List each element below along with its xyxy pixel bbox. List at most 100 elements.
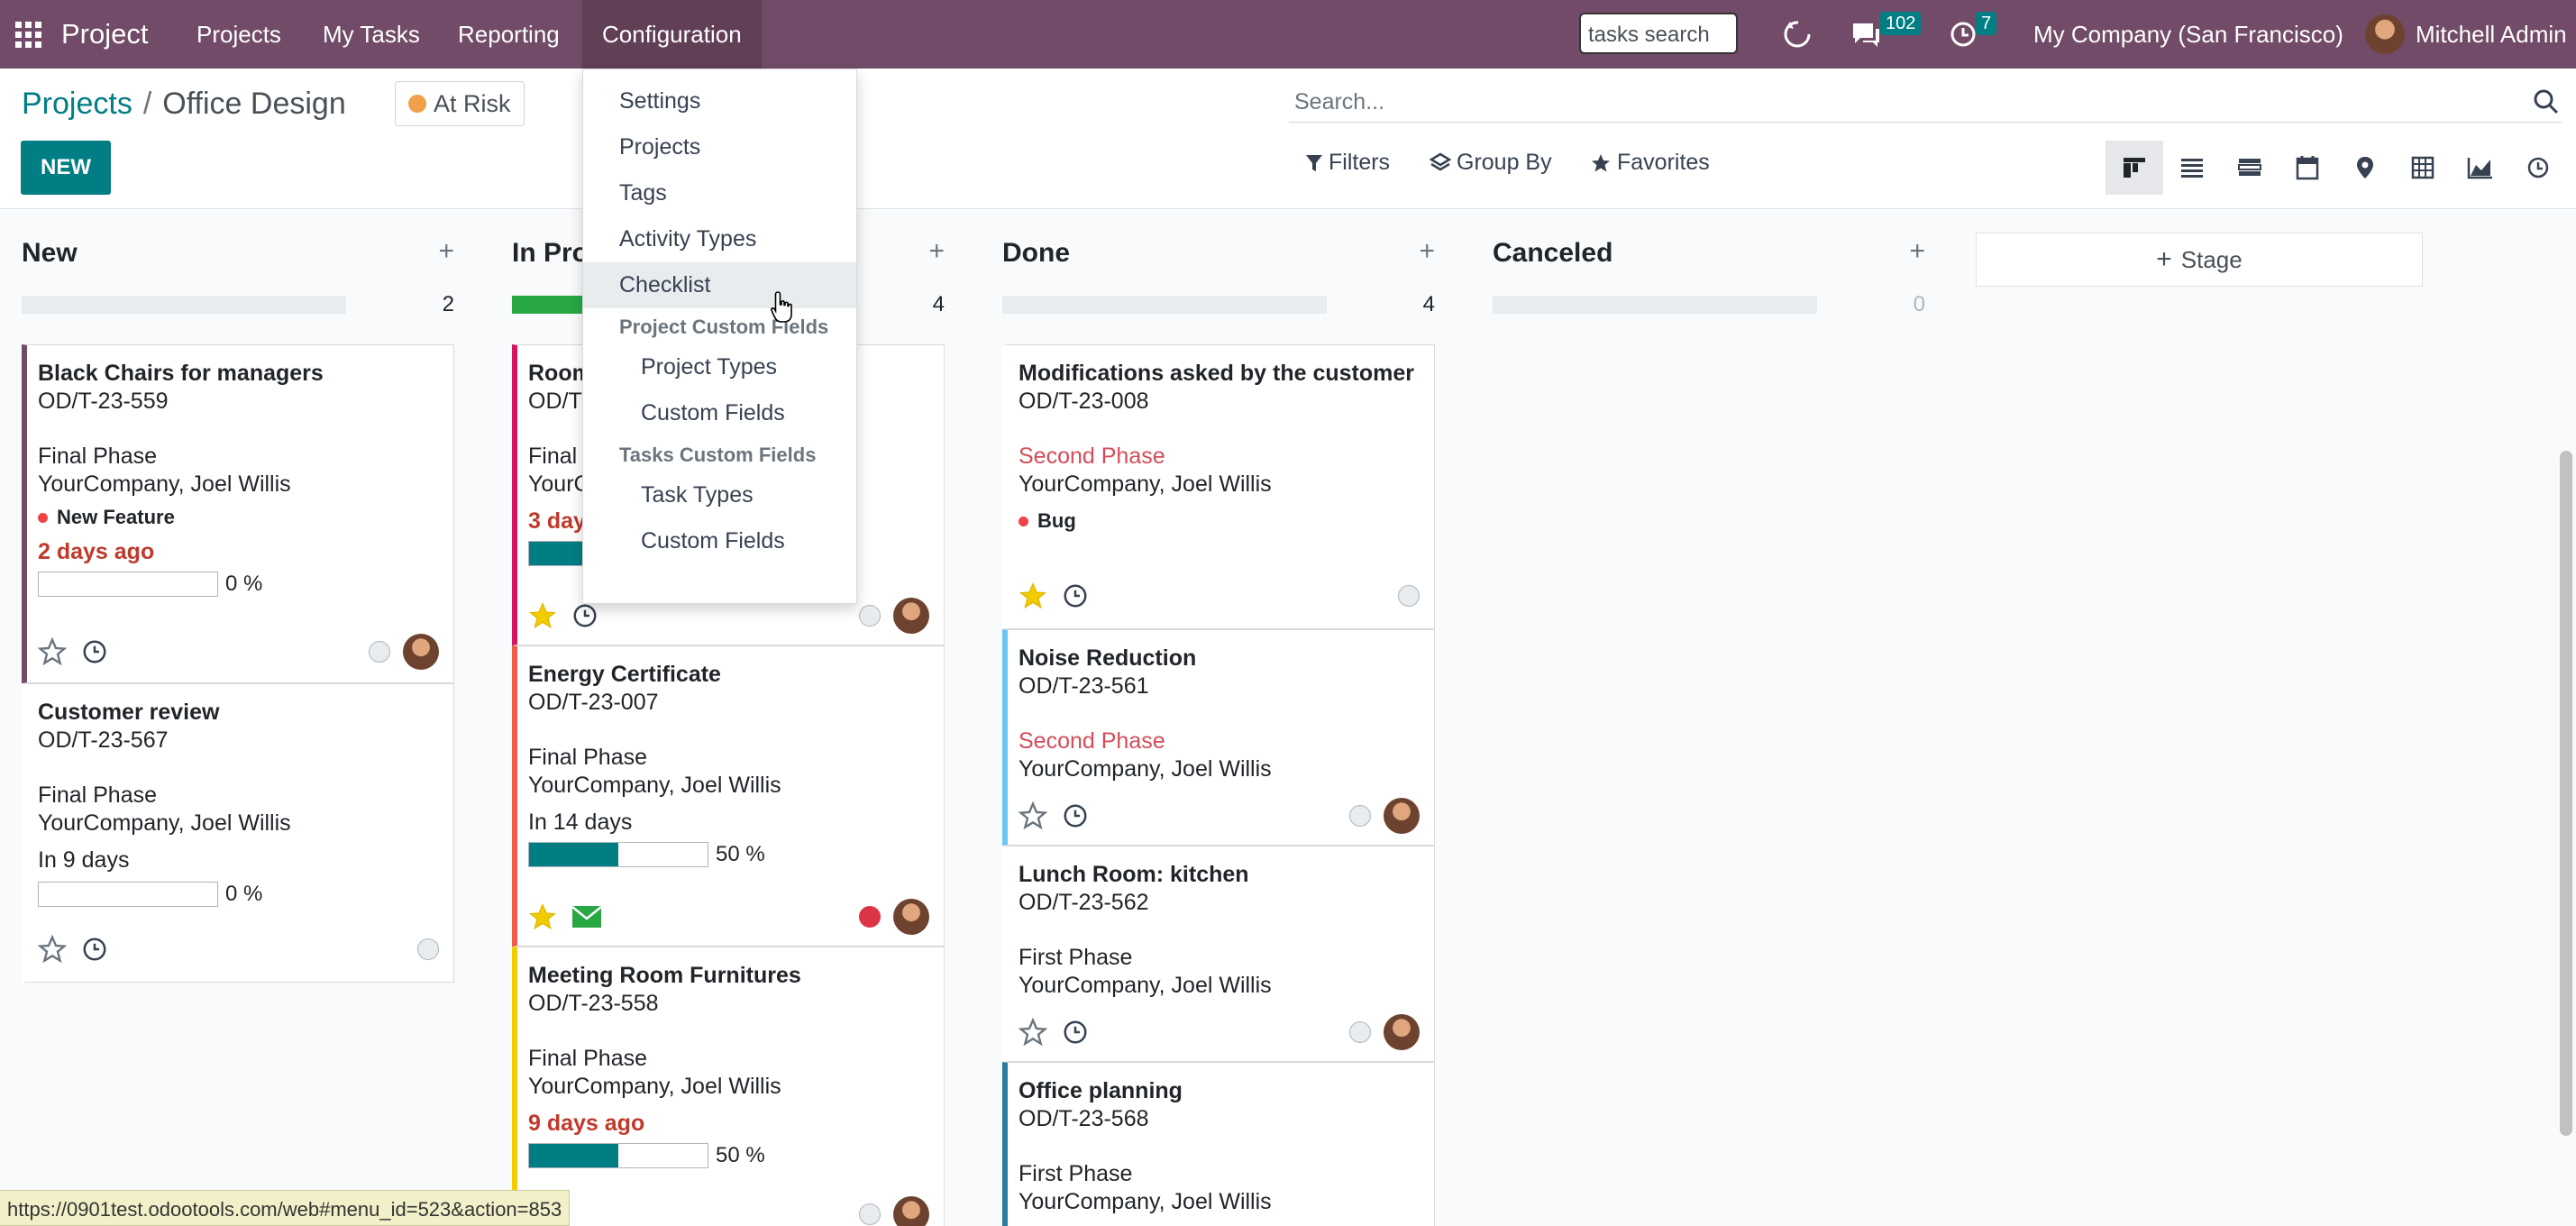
column-title[interactable]: Done	[1002, 238, 1070, 269]
activity-clock-icon[interactable]	[1062, 802, 1089, 829]
assignee-avatar[interactable]	[403, 634, 439, 670]
kanban-state-dot[interactable]	[859, 906, 881, 928]
menu-item-projects[interactable]: Projects	[583, 124, 856, 170]
column-title[interactable]: In Pro	[512, 238, 589, 269]
kanban-card[interactable]: Black Chairs for managers OD/T-23-559 Fi…	[22, 344, 454, 683]
priority-star-icon[interactable]	[1019, 581, 1047, 610]
kanban-card[interactable]: Energy Certificate OD/T-23-007 Final Pha…	[512, 645, 945, 947]
apps-menu-icon[interactable]	[13, 0, 43, 69]
map-view-icon[interactable]	[2336, 141, 2394, 195]
hand-cursor-icon	[770, 290, 795, 331]
kanban-state-dot[interactable]	[1349, 805, 1371, 827]
column-count: 4	[932, 292, 945, 316]
menu-projects[interactable]: Projects	[196, 0, 281, 69]
menu-item-tags[interactable]: Tags	[583, 170, 856, 216]
card-title: Energy Certificate	[528, 662, 721, 687]
breadcrumb-separator: /	[142, 87, 152, 121]
search-icon[interactable]	[2533, 88, 2560, 122]
vertical-scrollbar[interactable]	[2560, 451, 2572, 1136]
menu-item-task-types[interactable]: Task Types	[583, 472, 856, 518]
activity-clock-icon[interactable]	[571, 602, 598, 629]
kanban-state-dot[interactable]	[859, 605, 881, 627]
breadcrumb-projects-link[interactable]: Projects	[22, 87, 132, 121]
user-menu[interactable]: Mitchell Admin	[2416, 0, 2567, 69]
card-tag: Bug	[1019, 509, 1420, 533]
kanban-card[interactable]: Noise Reduction OD/T-23-561 Second Phase…	[1002, 629, 1435, 846]
add-stage-button[interactable]: + Stage	[1976, 233, 2423, 287]
calendar-view-icon[interactable]	[2279, 141, 2336, 195]
kanban-state-dot[interactable]	[417, 938, 439, 960]
column-progress-bar[interactable]	[1002, 296, 1327, 314]
kanban-card[interactable]: Office planning OD/T-23-568 First Phase …	[1002, 1062, 1435, 1226]
group-by-button[interactable]: Group By	[1430, 150, 1552, 176]
menu-my-tasks[interactable]: My Tasks	[323, 0, 420, 69]
activity-clock-icon[interactable]	[1062, 1019, 1089, 1046]
assignee-avatar[interactable]	[1384, 1014, 1420, 1050]
priority-star-icon[interactable]	[38, 935, 67, 964]
menu-item-project-custom-fields[interactable]: Custom Fields	[583, 390, 856, 436]
kanban-view-icon[interactable]	[2106, 141, 2163, 195]
assignee-avatar[interactable]	[1384, 798, 1420, 834]
card-phase: Final Phase	[38, 782, 158, 808]
assignee-avatar[interactable]	[893, 1196, 929, 1226]
new-button[interactable]: NEW	[21, 141, 111, 195]
company-switcher[interactable]: My Company (San Francisco)	[2033, 0, 2343, 69]
refresh-icon[interactable]	[1781, 0, 1813, 69]
priority-star-icon[interactable]	[528, 902, 557, 931]
menu-configuration[interactable]: Configuration	[582, 0, 762, 69]
quick-add-icon[interactable]: +	[1419, 236, 1435, 267]
kanban-state-dot[interactable]	[369, 641, 390, 663]
messages-icon[interactable]	[1850, 0, 1882, 69]
menu-item-activity-types[interactable]: Activity Types	[583, 216, 856, 262]
quick-add-icon[interactable]: +	[928, 236, 945, 267]
menu-item-settings[interactable]: Settings	[583, 78, 856, 124]
kanban-state-dot[interactable]	[1349, 1021, 1371, 1043]
kanban-card[interactable]: Modifications asked by the customer OD/T…	[1002, 344, 1435, 629]
search-input[interactable]: Search...	[1294, 89, 1384, 115]
star-icon	[1592, 153, 1610, 171]
column-title[interactable]: Canceled	[1493, 238, 1612, 269]
kanban-card[interactable]: Customer review OD/T-23-567 Final Phase …	[22, 683, 454, 983]
activity-clock-icon[interactable]	[81, 638, 108, 665]
quick-add-icon[interactable]: +	[1909, 236, 1925, 267]
card-phase: Final Phase	[528, 745, 648, 770]
priority-star-icon[interactable]	[38, 637, 67, 666]
activity-view-icon[interactable]	[2509, 141, 2567, 195]
kanban-state-dot[interactable]	[1398, 585, 1420, 607]
menu-item-project-types[interactable]: Project Types	[583, 344, 856, 390]
kanban-card[interactable]: Meeting Room Furnitures OD/T-23-558 Fina…	[512, 947, 945, 1226]
kanban-state-dot[interactable]	[859, 1203, 881, 1225]
envelope-icon[interactable]	[571, 904, 602, 929]
activity-clock-icon[interactable]	[81, 936, 108, 963]
assignee-avatar[interactable]	[893, 598, 929, 634]
quick-add-icon[interactable]: +	[438, 236, 454, 267]
filter-icon	[1306, 154, 1322, 171]
filters-button[interactable]: Filters	[1305, 150, 1390, 176]
menu-reporting[interactable]: Reporting	[458, 0, 560, 69]
project-status-button[interactable]: At Risk	[395, 81, 525, 126]
gantt-view-icon[interactable]	[2221, 141, 2279, 195]
user-avatar[interactable]	[2365, 0, 2405, 69]
activities-clock-icon[interactable]	[1949, 0, 1978, 69]
tasks-search-input[interactable]: tasks search	[1579, 13, 1738, 54]
priority-star-icon[interactable]	[1019, 1018, 1047, 1047]
activity-clock-icon[interactable]	[1062, 582, 1089, 609]
priority-star-icon[interactable]	[1019, 801, 1047, 830]
column-title[interactable]: New	[22, 238, 78, 269]
priority-star-icon[interactable]	[528, 601, 557, 630]
favorites-button[interactable]: Favorites	[1590, 150, 1710, 176]
card-title: Noise Reduction	[1019, 645, 1197, 671]
card-progress: 0 %	[38, 882, 439, 907]
search-bar[interactable]: Search...	[1289, 83, 2562, 123]
menu-item-checklist[interactable]: Checklist	[583, 262, 856, 308]
column-progress-bar[interactable]	[22, 296, 346, 314]
app-brand[interactable]: Project	[61, 0, 148, 69]
column-progress-bar[interactable]	[1493, 296, 1817, 314]
menu-item-task-custom-fields[interactable]: Custom Fields	[583, 518, 856, 564]
card-progress: 50 %	[528, 842, 929, 867]
pivot-view-icon[interactable]	[2394, 141, 2452, 195]
assignee-avatar[interactable]	[893, 899, 929, 935]
graph-view-icon[interactable]	[2452, 141, 2509, 195]
list-view-icon[interactable]	[2163, 141, 2221, 195]
kanban-card[interactable]: Lunch Room: kitchen OD/T-23-562 First Ph…	[1002, 846, 1435, 1062]
